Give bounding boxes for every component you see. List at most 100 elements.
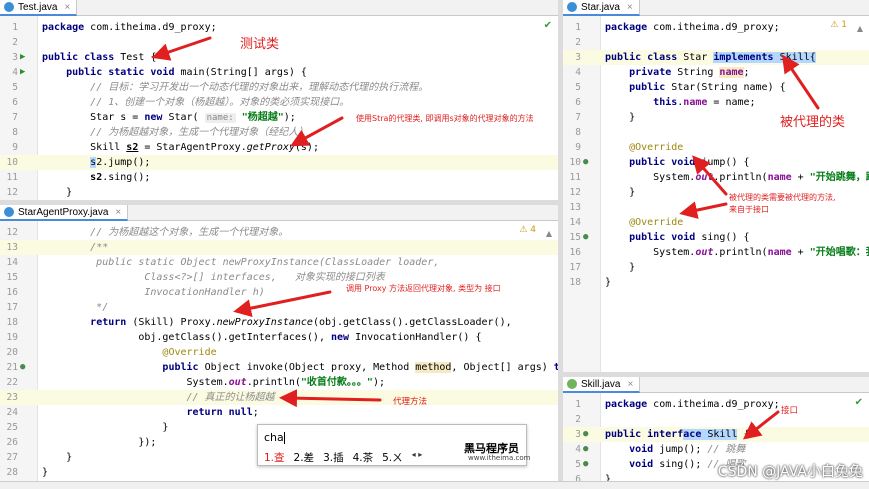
override-gutter-icon[interactable]: ● — [20, 360, 25, 375]
ime-candidate[interactable]: 2.差 — [294, 450, 315, 465]
code-line[interactable]: 17 } — [563, 260, 869, 275]
code-line[interactable]: 5 // 目标：学习开发出一个动态代理的对象出来，理解动态代理的执行流程。 — [0, 80, 558, 95]
code-line[interactable]: 4 private String name; — [563, 65, 869, 80]
code-line[interactable]: 21 ● public Object invoke(Object proxy, M… — [0, 360, 558, 375]
code-line[interactable]: 16 System.out.println(name + "开始唱歌：我们都是 — [563, 245, 869, 260]
code-text[interactable]: public class Test { — [42, 50, 156, 65]
override-gutter-icon[interactable]: ● — [583, 230, 588, 245]
run-gutter-icon[interactable]: ▶ — [20, 50, 25, 65]
ime-page-nav[interactable]: ◂ ▸ — [412, 450, 423, 465]
code-line[interactable]: 12 // 为杨超越这个对象，生成一个代理对象。 — [0, 225, 558, 240]
code-text[interactable]: public void sing() { — [605, 230, 749, 245]
code-text[interactable]: @Override — [605, 215, 683, 230]
code-line[interactable]: 17 */ — [0, 300, 558, 315]
code-line[interactable]: 18} — [563, 275, 869, 290]
code-text[interactable]: Skill s2 = StarAgentProxy.getProxy(s); — [42, 140, 319, 155]
code-text[interactable]: private String name; — [605, 65, 750, 80]
code-text[interactable]: // 为杨超越对象，生成一个代理对象（经纪人） — [42, 125, 308, 140]
code-line[interactable]: 24 return null; — [0, 405, 558, 420]
code-text[interactable]: } — [605, 275, 611, 290]
code-text[interactable]: return null; — [42, 405, 259, 420]
code-text[interactable]: s2.jump(); — [42, 155, 150, 170]
code-text[interactable]: // 为杨超越这个对象，生成一个代理对象。 — [42, 225, 288, 240]
code-line[interactable]: 13 /** — [0, 240, 558, 255]
code-line[interactable]: 10 ● public void jump() { — [563, 155, 869, 170]
close-icon[interactable]: × — [627, 379, 633, 390]
code-line[interactable]: 22 System.out.println("收首付款。。。"); — [0, 375, 558, 390]
code-text[interactable]: @Override — [42, 345, 216, 360]
code-text[interactable]: System.out.println("收首付款。。。"); — [42, 375, 385, 390]
code-text[interactable]: // 目标：学习开发出一个动态代理的对象出来，理解动态代理的执行流程。 — [42, 80, 428, 95]
ime-candidate[interactable]: 5.ㄨ — [382, 450, 403, 465]
code-line[interactable]: 4 ● void jump(); // 跳舞 — [563, 442, 869, 457]
code-line[interactable]: 10 s2.jump(); — [0, 155, 558, 170]
code-text[interactable]: package com.itheima.d9_proxy; — [605, 397, 780, 412]
code-text[interactable]: obj.getClass().getInterfaces(), new Invo… — [42, 330, 481, 345]
horizontal-splitter-right[interactable] — [563, 372, 869, 377]
code-text[interactable]: void jump(); // 跳舞 — [605, 442, 745, 457]
code-line[interactable]: 9 @Override — [563, 140, 869, 155]
tab-skill-java[interactable]: Skill.java × — [563, 377, 641, 393]
code-text[interactable]: // 真正的让杨超越 — [42, 390, 275, 405]
code-text[interactable]: return (Skill) Proxy.newProxyInstance(ob… — [42, 315, 511, 330]
code-text[interactable]: Class<?>[] interfaces, 对象实现的接口列表 — [42, 270, 385, 285]
code-line[interactable]: 12 } — [0, 185, 558, 200]
tab-star-agent-proxy-java[interactable]: StarAgentProxy.java × — [0, 205, 129, 221]
code-line[interactable]: 3 public class Star implements Skill{ — [563, 50, 869, 65]
code-text[interactable]: */ — [42, 300, 108, 315]
code-text[interactable]: } — [42, 185, 72, 200]
code-line[interactable]: 28} — [0, 465, 558, 480]
tab-star-java[interactable]: Star.java × — [563, 0, 640, 16]
tab-test-java[interactable]: Test.java × — [0, 0, 78, 16]
ime-input[interactable]: cha — [264, 431, 285, 444]
close-icon[interactable]: × — [627, 2, 633, 13]
code-line[interactable]: 4 ▶ public static void main(String[] args… — [0, 65, 558, 80]
code-line[interactable]: 20 @Override — [0, 345, 558, 360]
code-line[interactable]: 11 System.out.println(name + "开始跳舞，跳的很好 — [563, 170, 869, 185]
code-text[interactable]: @Override — [605, 140, 683, 155]
code-text[interactable]: public void jump() { — [605, 155, 749, 170]
code-line[interactable]: 1 package com.itheima.d9_proxy; — [563, 397, 869, 412]
override-gutter-icon[interactable]: ● — [583, 155, 588, 170]
code-text[interactable]: package com.itheima.d9_proxy; — [605, 20, 780, 35]
code-text[interactable]: } — [42, 465, 48, 480]
code-text[interactable]: Star s = new Star( name: "杨超越"); — [42, 110, 296, 126]
code-text[interactable]: s2.sing(); — [42, 170, 150, 185]
code-text[interactable]: } — [605, 185, 635, 200]
code-line[interactable]: 14 public static Object newProxyInstance… — [0, 255, 558, 270]
ime-candidate[interactable]: 3.插 — [323, 450, 344, 465]
code-line[interactable]: 6 this.name = name; — [563, 95, 869, 110]
run-gutter-icon[interactable]: ▶ — [20, 65, 25, 80]
code-line[interactable]: 9 Skill s2 = StarAgentProxy.getProxy(s); — [0, 140, 558, 155]
code-line[interactable]: 14 @Override — [563, 215, 869, 230]
close-icon[interactable]: × — [64, 2, 70, 13]
code-text[interactable]: // 1、创建一个对象（杨超越）。对象的类必须实现接口。 — [42, 95, 349, 110]
code-text[interactable]: public class Star implements Skill{ — [605, 50, 816, 65]
code-text[interactable]: public Star(String name) { — [605, 80, 786, 95]
code-line[interactable]: 6 // 1、创建一个对象（杨超越）。对象的类必须实现接口。 — [0, 95, 558, 110]
code-line[interactable]: 3 ● public interface Skill { — [563, 427, 869, 442]
code-text[interactable]: } — [605, 260, 635, 275]
code-text[interactable]: } — [605, 110, 635, 125]
ime-candidate[interactable]: 1.查 — [264, 450, 285, 465]
code-text[interactable]: InvocationHandler h) — [42, 285, 264, 300]
code-line[interactable]: 23 // 真正的让杨超越 — [0, 390, 558, 405]
code-line[interactable]: 3 ▶ public class Test { — [0, 50, 558, 65]
code-line[interactable]: 18 return (Skill) Proxy.newProxyInstance… — [0, 315, 558, 330]
vertical-splitter[interactable] — [558, 0, 563, 489]
code-text[interactable]: } — [42, 420, 168, 435]
code-line[interactable]: 2 — [563, 35, 869, 50]
override-gutter-icon[interactable]: ● — [583, 457, 588, 472]
code-text[interactable]: public static void main(String[] args) { — [42, 65, 307, 80]
override-gutter-icon[interactable]: ● — [583, 442, 588, 457]
code-line[interactable]: 15 ● public void sing() { — [563, 230, 869, 245]
code-text[interactable]: System.out.println(name + "开始跳舞，跳的很好 — [605, 170, 869, 185]
code-text[interactable]: }); — [42, 435, 156, 450]
override-gutter-icon[interactable]: ● — [583, 427, 588, 442]
horizontal-splitter-left[interactable] — [0, 200, 558, 205]
code-text[interactable]: } — [605, 472, 611, 481]
code-text[interactable]: public static Object newProxyInstance(Cl… — [42, 255, 439, 270]
code-line[interactable]: 2 — [563, 412, 869, 427]
code-text[interactable]: public Object invoke(Object proxy, Metho… — [42, 360, 558, 375]
code-line[interactable]: 11 s2.sing(); — [0, 170, 558, 185]
